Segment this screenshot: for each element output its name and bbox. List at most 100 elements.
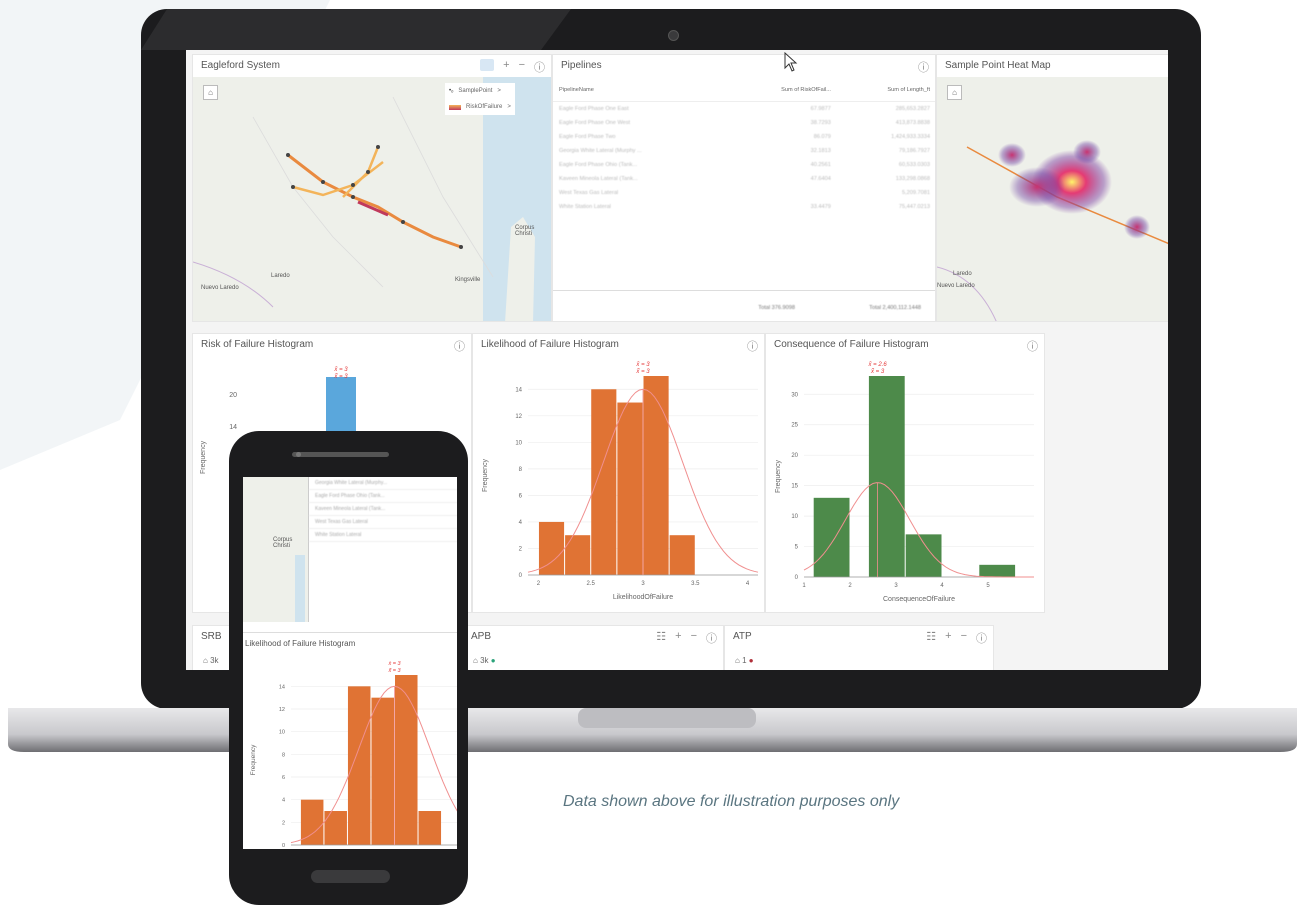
info-icon[interactable]: ⓘ <box>534 59 545 75</box>
table-cell: 67.9877 <box>810 106 831 112</box>
legend-item[interactable]: •ₒ SamplePoint > <box>445 83 515 99</box>
color-ramp-icon <box>449 104 461 110</box>
histogram-bar[interactable] <box>395 675 418 845</box>
mean-label: x̄ = 3 <box>635 362 650 368</box>
home-icon[interactable]: ⌂ <box>203 85 218 100</box>
table-row[interactable]: Eagle Ford Phase Ohio (Tank... <box>309 490 457 503</box>
map-place-label: Kingsville <box>455 277 481 283</box>
histogram-bar[interactable] <box>565 535 591 575</box>
histogram-bar[interactable] <box>813 497 850 577</box>
phone-map-panel: Corpus Christi Georgia White Lateral (Mu… <box>243 477 457 622</box>
card-title: ATP <box>733 631 752 642</box>
median-label: x̃ = 3 <box>333 374 348 380</box>
zoom-out-icon[interactable]: − <box>691 630 697 646</box>
map-place-label: Nuevo Laredo <box>937 283 975 289</box>
consequence-chart: 0 5 10 15 20 25 30 1 2 3 4 5 x̄ = 2.6x̃ = 3 Frequency… <box>775 362 1034 603</box>
histogram-bar[interactable] <box>347 686 371 845</box>
table-cell <box>725 186 837 200</box>
x-tick-label: 3.5 <box>691 581 700 587</box>
zoom-in-icon[interactable]: + <box>675 630 681 646</box>
column-header[interactable]: PipelineName <box>553 79 725 102</box>
card-title: SRB <box>201 631 222 642</box>
atp-card: ATP ☷ + − ⓘ ⌂ 1 ● <box>724 625 994 670</box>
table-cell: 32.1813 <box>810 148 831 154</box>
map-place-label: Corpus Christi <box>273 537 293 549</box>
table-cell: 33.4479 <box>810 204 831 210</box>
red-point-icon: ● <box>748 656 754 665</box>
histogram-bar[interactable] <box>669 535 695 575</box>
table-cell: 40.2561 <box>810 162 831 168</box>
y-tick-label: 4 <box>519 520 523 526</box>
map-place-label: Laredo <box>271 273 290 279</box>
point-symbol-icon: •ₒ <box>449 88 454 94</box>
legend-toggle-icon[interactable] <box>480 59 495 71</box>
info-icon[interactable]: ⓘ <box>918 59 929 75</box>
y-tick-label: 2 <box>519 546 523 552</box>
y-tick-label: 30 <box>791 392 798 398</box>
histogram-bar[interactable] <box>979 564 1016 577</box>
table-row[interactable]: Eagle Ford Phase Two 86.079 1,424,933.3334 <box>553 130 935 144</box>
table-row[interactable]: Eagle Ford Phase Ohio (Tank... 40.2561 60,… <box>553 158 935 172</box>
cursor-icon <box>784 52 798 72</box>
table-row[interactable]: Eagle Ford Phase One East 67.9877 285,653.… <box>553 102 935 117</box>
bottom-value: 3k <box>210 656 219 665</box>
table-row[interactable]: Kaveen Mineola Lateral (Tank... 47.6404 13… <box>553 172 935 186</box>
home-icon[interactable]: ⌂ <box>947 85 962 100</box>
legend-item[interactable]: RiskOfFailure > <box>445 99 515 115</box>
y-tick-label: 2 <box>282 820 285 826</box>
table-cell: 75,447.0213 <box>898 204 930 210</box>
mean-label: x̄ = 3 <box>387 661 401 667</box>
info-icon[interactable]: ⓘ <box>976 630 987 646</box>
phone-histogram-card: Likelihood of Failure Histogram 0 2 4 6 8 10 1… <box>243 632 457 849</box>
map-canvas[interactable]: ⌂ •ₒ SamplePoint > RiskOfFailure > Laredo N… <box>193 77 551 321</box>
legend-toggle-icon[interactable]: ☷ <box>926 630 936 646</box>
heatmap-canvas[interactable]: ⌂ Laredo Nuevo Laredo <box>937 77 1168 321</box>
median-label: x̃ = 3 <box>387 668 401 674</box>
phone-home-button[interactable] <box>311 870 390 883</box>
column-header[interactable]: Sum of Length_ft <box>836 79 935 102</box>
zoom-out-icon[interactable]: − <box>519 59 525 75</box>
map-home-icon[interactable]: ⌂ 3k <box>203 656 219 665</box>
legend-toggle-icon[interactable]: ☷ <box>656 630 666 646</box>
histogram-bar[interactable] <box>617 402 643 575</box>
histogram-bar[interactable] <box>591 389 617 575</box>
map-home-icon[interactable]: ⌂ 1 ● <box>735 656 754 665</box>
consequence-histogram-card: Consequence of Failure Histogram ⓘ 0 5 10 1… <box>765 333 1045 613</box>
table-cell: 413,873.8838 <box>895 120 930 126</box>
table-row[interactable]: Kaveen Mineola Lateral (Tank... <box>309 503 457 516</box>
y-tick-label: 15 <box>791 484 798 490</box>
phone-map-water <box>295 555 305 622</box>
y-tick-label: 14 <box>515 387 522 393</box>
table-row[interactable]: West Texas Gas Lateral <box>309 516 457 529</box>
map-home-icon[interactable]: ⌂ 3k ● <box>473 656 496 665</box>
table-cell: 47.6404 <box>810 176 831 182</box>
table-row[interactable]: Eagle Ford Phase One West 38.7293 413,873.… <box>553 116 935 130</box>
y-tick-label: 20 <box>229 392 237 399</box>
table-row[interactable]: Georgia White Lateral (Murphy ... 32.1813… <box>553 144 935 158</box>
zoom-out-icon[interactable]: − <box>961 630 967 646</box>
histogram-bar[interactable] <box>905 534 942 577</box>
table-row[interactable]: Georgia White Lateral (Murphy... <box>309 477 457 490</box>
histogram-bar[interactable] <box>324 811 347 845</box>
histogram-bar[interactable] <box>868 376 905 577</box>
histogram-bar[interactable] <box>371 697 394 845</box>
histogram-bar[interactable] <box>418 811 442 845</box>
table-row[interactable]: White Station Lateral 33.4479 75,447.0213 <box>553 200 935 214</box>
column-header[interactable]: Sum of RiskOfFail... <box>724 79 837 102</box>
apb-card: APB ☷ + − ⓘ ⌂ 3k ● <box>462 625 724 670</box>
x-tick-label: 2 <box>537 581 541 587</box>
table-row[interactable]: White Station Lateral <box>309 529 457 542</box>
pipelines-table-card: Pipelines ⓘ PipelineName Sum of RiskOfFa… <box>552 54 936 322</box>
card-title: Eagleford System <box>201 60 280 71</box>
y-tick-label: 5 <box>795 545 799 551</box>
y-tick-label: 12 <box>279 707 285 713</box>
y-tick-label: 6 <box>519 493 523 499</box>
table-row[interactable]: West Texas Gas Lateral 5,209.7081 <box>553 186 935 200</box>
laptop-base <box>8 708 1297 752</box>
zoom-in-icon[interactable]: + <box>945 630 951 646</box>
x-tick-label: 3 <box>894 583 898 589</box>
green-point-icon: ● <box>490 656 496 665</box>
histogram-bar[interactable] <box>643 376 669 575</box>
zoom-in-icon[interactable]: + <box>503 59 509 75</box>
info-icon[interactable]: ⓘ <box>706 630 717 646</box>
